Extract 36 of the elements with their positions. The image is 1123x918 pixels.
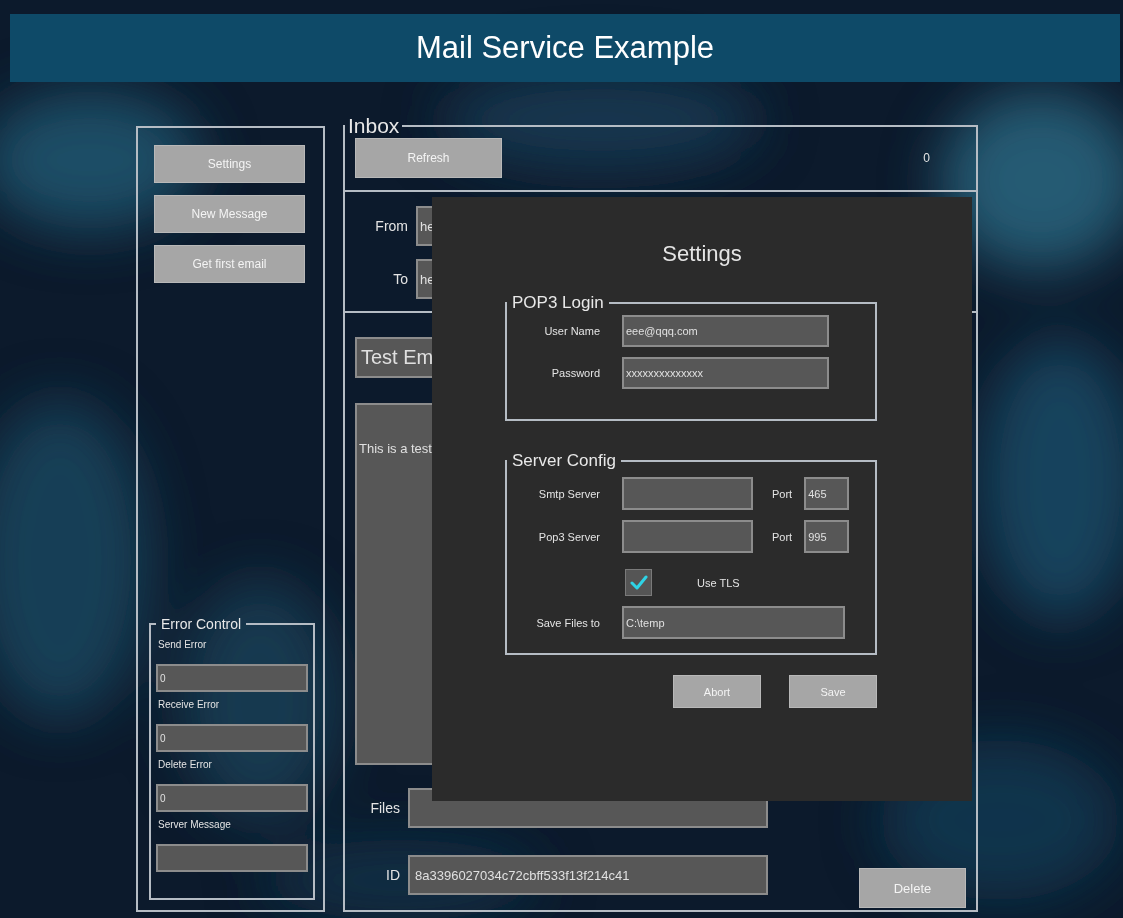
field-label: Port [772, 530, 793, 543]
field-label: User Name [543, 325, 600, 337]
text-field[interactable] [622, 477, 753, 510]
text-field[interactable] [156, 844, 308, 872]
checkbox[interactable] [625, 569, 652, 596]
field-label: Delete Error [158, 759, 213, 770]
field-label: Save Files to [535, 616, 600, 629]
text-field[interactable]: xxxxxxxxxxxxxx [622, 357, 829, 389]
field-label: Send Error [158, 639, 208, 650]
group-title: Error Control [160, 616, 243, 632]
text-field[interactable] [622, 520, 753, 553]
field-label: Smtp Server [537, 487, 600, 500]
field-label: From [374, 218, 408, 234]
text-field[interactable]: 995 [804, 520, 850, 553]
field-label: To [392, 271, 408, 287]
field-label: Server Message [158, 819, 232, 830]
text-field[interactable]: eee@qqq.com [622, 315, 829, 347]
dialog-title: Settings [661, 241, 743, 268]
field-label: ID [385, 867, 400, 883]
group-title: Server Config [511, 451, 617, 471]
window-title: Mail Service Example [10, 14, 1120, 82]
field-label: Port [772, 487, 793, 500]
checkbox-label: Use TLS [697, 576, 740, 589]
field-label: Pop3 Server [537, 530, 600, 543]
text-field[interactable]: 0 [156, 724, 308, 752]
text-field[interactable]: 465 [804, 477, 850, 510]
group-title: POP3 Login [511, 293, 605, 313]
text-field[interactable]: C:\temp [622, 606, 845, 639]
field-label: Files [369, 800, 400, 816]
text-field[interactable]: 8a3396027034c72cbff533f13f214c41 [408, 855, 768, 895]
field-label: Receive Error [158, 699, 221, 710]
text-field[interactable]: 0 [156, 784, 308, 812]
field-label: Password [550, 367, 600, 379]
message-count: 0 [923, 151, 930, 165]
text-field[interactable]: 0 [156, 664, 308, 692]
group-title: Inbox [347, 114, 401, 138]
